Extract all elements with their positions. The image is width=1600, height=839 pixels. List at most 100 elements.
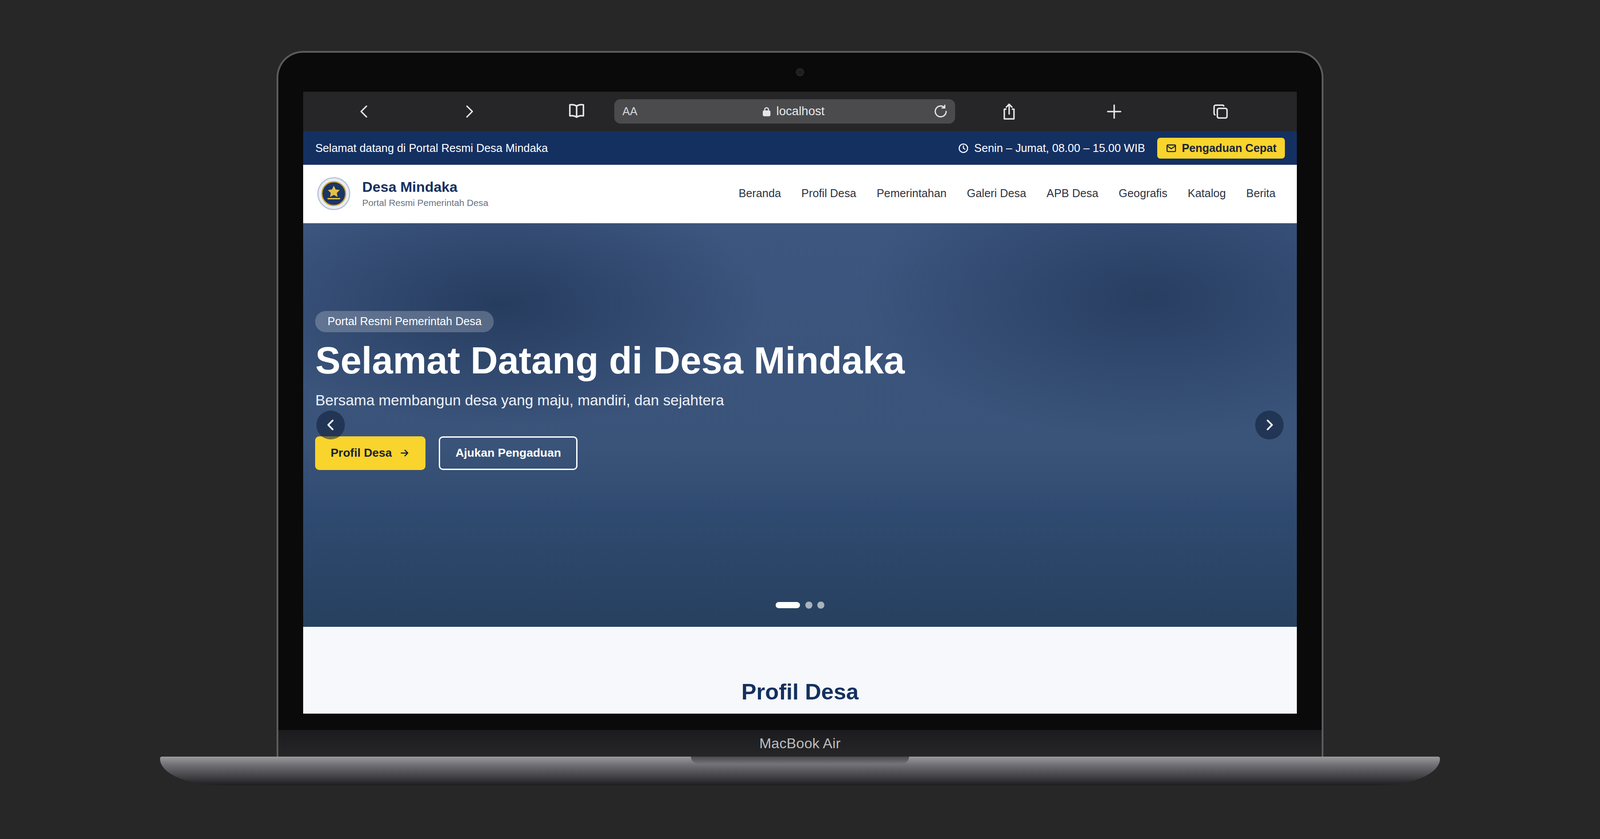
mail-icon <box>1165 142 1177 154</box>
camera <box>796 68 804 77</box>
back-icon <box>361 105 367 117</box>
menu-item[interactable]: Katalog <box>1187 187 1226 200</box>
forward-icon <box>460 102 479 121</box>
chevron-right-icon <box>1261 417 1278 434</box>
chevron-left-icon <box>323 417 339 434</box>
device-label: MacBook Air <box>759 735 841 753</box>
slide-dot[interactable] <box>817 601 825 609</box>
hero-subtitle: Bersama membangun desa yang maju, mandir… <box>315 391 724 410</box>
text-size-button[interactable]: AA <box>622 105 653 118</box>
hero-button-label: Ajukan Pengaduan <box>455 446 562 461</box>
mail-icon <box>1166 145 1176 149</box>
bookmarks-icon <box>569 105 584 118</box>
hero-button[interactable]: Ajukan Pengaduan <box>438 436 578 471</box>
site-name: Desa Mindaka <box>362 179 488 196</box>
menu-item[interactable]: Profil Desa <box>801 187 857 200</box>
forward-button[interactable] <box>448 99 490 124</box>
laptop-base <box>160 757 1440 786</box>
chevron-left-icon <box>327 420 333 430</box>
menu-item[interactable]: Geografis <box>1118 187 1168 200</box>
previous-slide-button[interactable] <box>316 410 345 440</box>
reload-icon[interactable] <box>932 103 949 120</box>
new-tab-icon <box>1104 101 1124 122</box>
new-tab-icon <box>1107 105 1121 118</box>
clock-icon <box>963 145 965 149</box>
main-menu: Beranda Profil Desa Pemerintahan Galeri Des… <box>738 187 1276 200</box>
back-button[interactable] <box>343 99 385 124</box>
address-bar[interactable]: AA localhost <box>614 99 956 124</box>
top-bar-right: Senin – Jumat, 08.00 – 15.00 WIB Pengadua… <box>957 137 1285 159</box>
tabs-icon <box>1210 101 1231 122</box>
bookmarks-icon <box>566 101 587 122</box>
tabs-icon <box>1210 101 1231 122</box>
site-tagline: Portal Resmi Pemerintah Desa <box>362 197 488 209</box>
bookmarks-icon <box>566 101 587 122</box>
reload-icon <box>942 105 945 109</box>
hero-button-label: Profil Desa <box>330 446 392 461</box>
address: localhost <box>652 104 933 119</box>
slide-indicators <box>303 601 1297 609</box>
browser-toolbar: AA localhost <box>303 91 1297 132</box>
arrow-right-icon <box>398 447 410 459</box>
village-emblem-icon[interactable] <box>316 176 352 211</box>
office-hours: Senin – Jumat, 08.00 – 15.00 WIB <box>957 141 1145 155</box>
site-navbar: Desa MindakaPortal Resmi Pemerintah Desa… <box>303 164 1297 223</box>
arrow-right-icon <box>401 450 409 457</box>
menu-item[interactable]: Berita <box>1246 187 1276 200</box>
tabs-icon <box>1213 105 1224 115</box>
mockup-stage: AA localhost Selamat datang di Portal Resm… <box>0 0 1600 839</box>
laptop-lid: AA localhost Selamat datang di Portal Resm… <box>276 50 1324 758</box>
lock-icon <box>764 107 769 111</box>
menu-item[interactable]: Beranda <box>738 187 781 200</box>
laptop-screen: AA localhost Selamat datang di Portal Resm… <box>303 91 1297 715</box>
new-tab-button[interactable] <box>1093 99 1135 124</box>
share-button[interactable] <box>988 99 1030 124</box>
village-emblem-icon <box>327 198 340 200</box>
next-slide-button[interactable] <box>1255 410 1284 440</box>
section-title: Profil Desa <box>741 678 859 715</box>
menu-item[interactable]: APB Desa <box>1046 187 1099 200</box>
welcome-text: Selamat datang di Portal Resmi Desa Mind… <box>315 141 548 155</box>
hours-text: Senin – Jumat, 08.00 – 15.00 WIB <box>974 141 1146 155</box>
chevron-left-icon <box>323 417 339 434</box>
slide-dot[interactable] <box>805 601 813 609</box>
reload-icon <box>932 103 949 120</box>
address-text: localhost <box>776 104 825 119</box>
site-brand[interactable]: Desa MindakaPortal Resmi Pemerintah Desa <box>316 176 489 211</box>
tabs-button[interactable] <box>1199 99 1241 124</box>
menu-item[interactable]: Pemerintahan <box>876 187 947 200</box>
chevron-right-icon <box>1261 417 1278 434</box>
hero-title: Selamat Datang di Desa Mindaka <box>315 339 905 383</box>
lock-icon <box>760 105 773 118</box>
clock-icon <box>957 142 969 154</box>
village-emblem-icon <box>321 181 346 206</box>
profile-section: Profil Desa <box>303 627 1297 715</box>
bookmarks-icon <box>575 106 578 118</box>
clock-icon <box>959 144 968 153</box>
top-bar: Selamat datang di Portal Resmi Desa Mind… <box>303 131 1297 165</box>
menu-item[interactable]: Galeri Desa <box>967 187 1027 200</box>
forward-icon <box>467 105 473 117</box>
bookmarks-button[interactable] <box>556 99 598 124</box>
village-emblem-icon <box>317 177 350 210</box>
mail-icon <box>1165 142 1177 154</box>
share-icon <box>999 101 1019 122</box>
quick-complaint-button[interactable]: Pengaduan Cepat <box>1157 137 1285 159</box>
lock-icon <box>763 110 770 116</box>
lock-icon <box>760 105 773 118</box>
clock-icon <box>957 142 969 154</box>
new-tab-icon <box>1104 101 1124 122</box>
hero-slider: Portal Resmi Pemerintah Desa Selamat Data… <box>303 223 1297 628</box>
base-notch <box>690 757 910 765</box>
slide-dot[interactable] <box>775 602 800 609</box>
quick-complaint-label: Pengaduan Cepat <box>1181 141 1277 155</box>
hero-buttons: Profil Desa Ajukan Pengaduan <box>315 436 578 471</box>
village-emblem-icon <box>316 176 352 211</box>
hero-button[interactable]: Profil Desa <box>315 436 426 471</box>
tabs-icon <box>1217 108 1227 118</box>
mail-icon <box>1166 144 1176 152</box>
brand-text: Desa MindakaPortal Resmi Pemerintah Desa <box>362 179 488 209</box>
forward-icon <box>460 102 479 121</box>
village-emblem-icon <box>327 185 340 197</box>
hero-badge: Portal Resmi Pemerintah Desa <box>315 311 494 333</box>
